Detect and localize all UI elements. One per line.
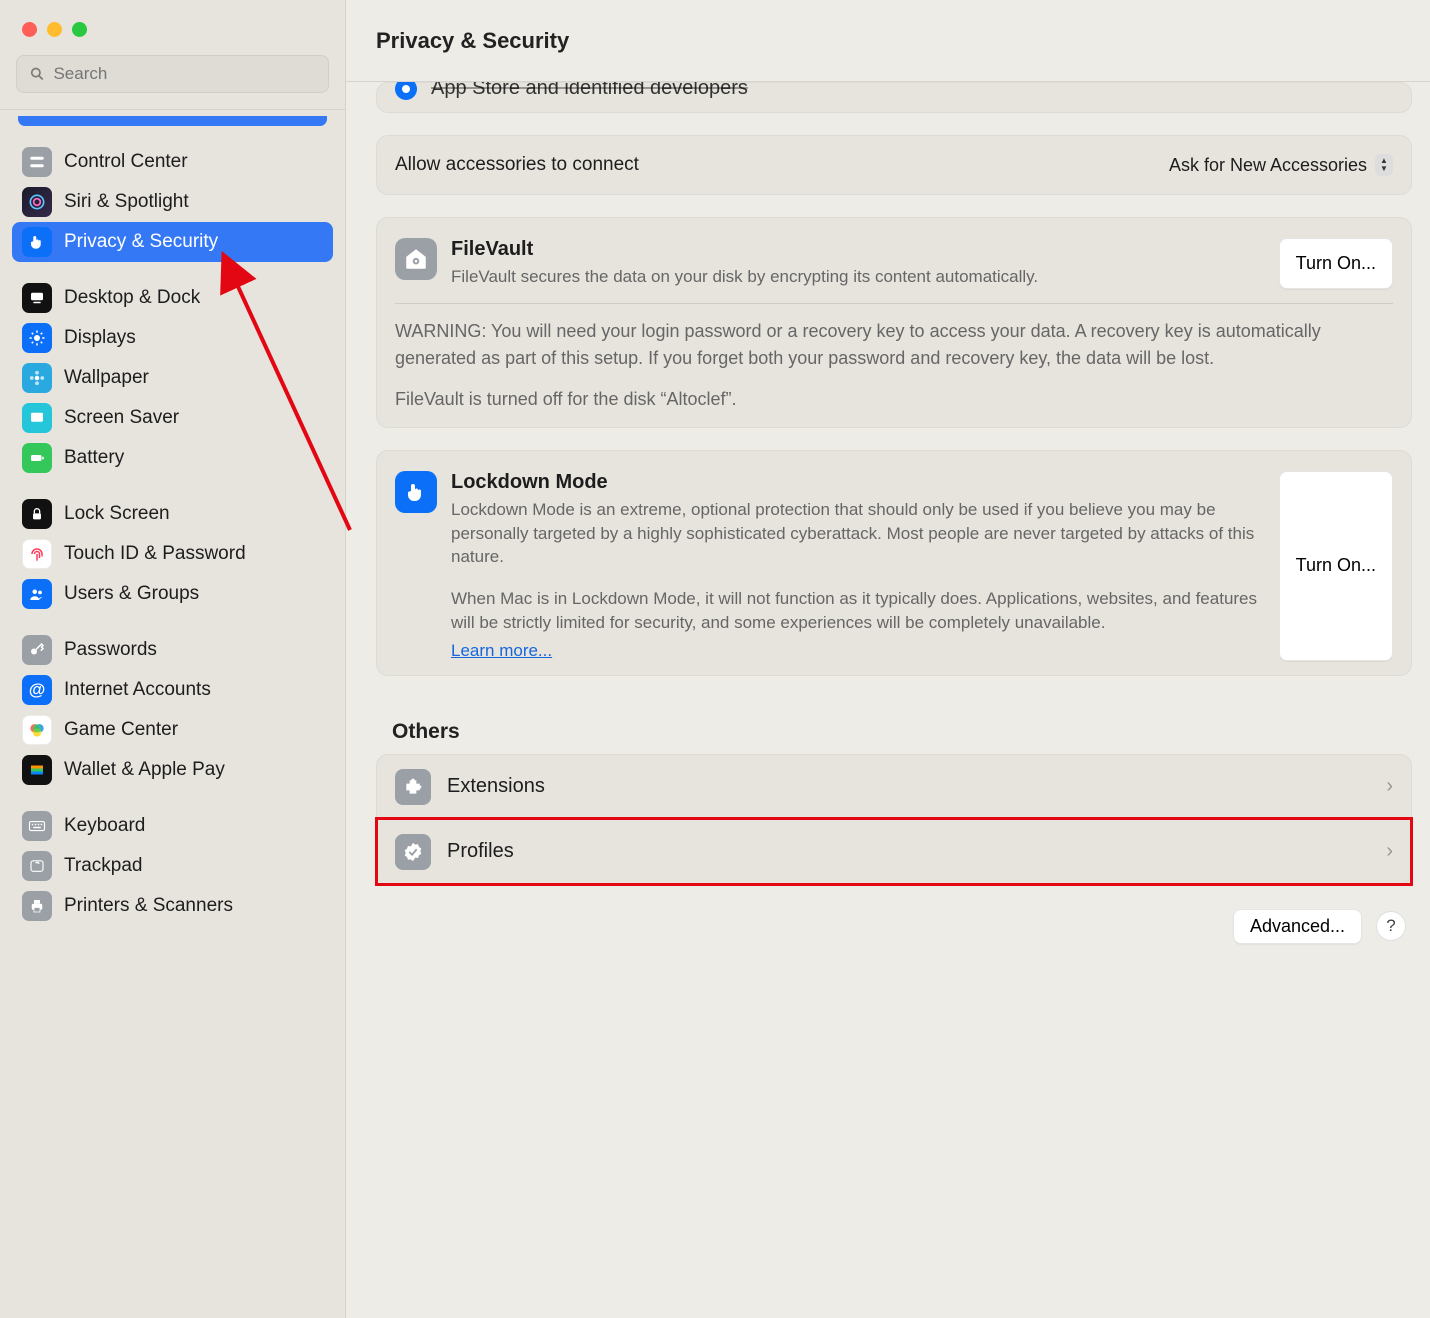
battery-icon bbox=[22, 443, 52, 473]
accessories-card: Allow accessories to connect Ask for New… bbox=[376, 135, 1412, 195]
lock-icon bbox=[22, 499, 52, 529]
lockdown-title: Lockdown Mode bbox=[451, 471, 1265, 494]
sidebar-item-label: Privacy & Security bbox=[64, 231, 218, 253]
at-icon: @ bbox=[22, 675, 52, 705]
close-window-button[interactable] bbox=[22, 22, 37, 37]
sidebar-item-battery[interactable]: Battery bbox=[12, 438, 333, 478]
dock-icon bbox=[22, 283, 52, 313]
chevron-right-icon: › bbox=[1386, 840, 1393, 863]
sidebar-item-label: Wallpaper bbox=[64, 367, 149, 389]
header: Privacy & Security bbox=[346, 0, 1430, 82]
sidebar-item-desktop-dock[interactable]: Desktop & Dock bbox=[12, 278, 333, 318]
flower-icon bbox=[22, 363, 52, 393]
extensions-label: Extensions bbox=[447, 775, 545, 798]
radio-selected-icon[interactable] bbox=[395, 82, 417, 100]
sidebar-item-label: Game Center bbox=[64, 719, 178, 741]
lockdown-turn-on-button[interactable]: Turn On... bbox=[1279, 471, 1393, 661]
filevault-warning: WARNING: You will need your login passwo… bbox=[377, 304, 1411, 386]
sidebar-item-control-center[interactable]: Control Center bbox=[12, 142, 333, 182]
main-pane: Privacy & Security App Store and identif… bbox=[346, 0, 1430, 1318]
sidebar-item-label: Displays bbox=[64, 327, 136, 349]
profiles-row[interactable]: Profiles › bbox=[377, 819, 1411, 884]
siri-icon bbox=[22, 187, 52, 217]
accessories-value: Ask for New Accessories bbox=[1169, 155, 1367, 176]
allow-apps-option-label: App Store and identified developers bbox=[431, 82, 748, 100]
users-icon bbox=[22, 579, 52, 609]
profiles-label: Profiles bbox=[447, 840, 514, 863]
sidebar-item-trackpad[interactable]: Trackpad bbox=[12, 846, 333, 886]
accessories-label: Allow accessories to connect bbox=[395, 154, 639, 176]
sidebar-item-keyboard[interactable]: Keyboard bbox=[12, 806, 333, 846]
sidebar-item-users-groups[interactable]: Users & Groups bbox=[12, 574, 333, 614]
sidebar-item-privacy-security[interactable]: Privacy & Security bbox=[12, 222, 333, 262]
sidebar-item-wallpaper[interactable]: Wallpaper bbox=[12, 358, 333, 398]
filevault-status: FileVault is turned off for the disk “Al… bbox=[377, 386, 1411, 427]
sidebar-item-printers[interactable]: Printers & Scanners bbox=[12, 886, 333, 926]
sidebar-item-game-center[interactable]: Game Center bbox=[12, 710, 333, 750]
sidebar-item-lock-screen[interactable]: Lock Screen bbox=[12, 494, 333, 534]
lockdown-desc1: Lockdown Mode is an extreme, optional pr… bbox=[451, 498, 1265, 569]
page-title: Privacy & Security bbox=[376, 28, 569, 54]
filevault-desc: FileVault secures the data on your disk … bbox=[451, 265, 1265, 289]
screensaver-icon bbox=[22, 403, 52, 433]
sidebar-item-label: Printers & Scanners bbox=[64, 895, 233, 917]
keyboard-icon bbox=[22, 811, 52, 841]
sidebar-item-label: Control Center bbox=[64, 151, 188, 173]
fingerprint-icon bbox=[22, 539, 52, 569]
sidebar-item-siri[interactable]: Siri & Spotlight bbox=[12, 182, 333, 222]
filevault-turn-on-button[interactable]: Turn On... bbox=[1279, 238, 1393, 289]
maximize-window-button[interactable] bbox=[72, 22, 87, 37]
lockdown-card: Lockdown Mode Lockdown Mode is an extrem… bbox=[376, 450, 1412, 676]
search-input[interactable] bbox=[53, 64, 316, 84]
sidebar-item-touch-id[interactable]: Touch ID & Password bbox=[12, 534, 333, 574]
updown-icon: ▲▼ bbox=[1375, 154, 1393, 176]
filevault-title: FileVault bbox=[451, 238, 1265, 261]
hand-icon bbox=[22, 227, 52, 257]
lockdown-hand-icon bbox=[395, 471, 437, 513]
sidebar-item-passwords[interactable]: Passwords bbox=[12, 630, 333, 670]
badge-check-icon bbox=[395, 834, 431, 870]
allow-apps-card: App Store and identified developers bbox=[376, 82, 1412, 113]
sidebar-item-label: Users & Groups bbox=[64, 583, 199, 605]
others-list: Extensions › Profiles › bbox=[376, 754, 1412, 885]
puzzle-icon bbox=[395, 769, 431, 805]
window-controls bbox=[0, 0, 345, 51]
lockdown-learn-more-link[interactable]: Learn more... bbox=[451, 641, 552, 660]
lockdown-desc2: When Mac is in Lockdown Mode, it will no… bbox=[451, 587, 1265, 635]
others-heading: Others bbox=[376, 698, 1412, 754]
search-field[interactable] bbox=[16, 55, 329, 93]
key-icon bbox=[22, 635, 52, 665]
sidebar-item-label: Trackpad bbox=[64, 855, 143, 877]
wallet-icon bbox=[22, 755, 52, 785]
sidebar-item-displays[interactable]: Displays bbox=[12, 318, 333, 358]
brightness-icon bbox=[22, 323, 52, 353]
printer-icon bbox=[22, 891, 52, 921]
sidebar: Control Center Siri & Spotlight Privacy … bbox=[0, 0, 346, 1318]
search-icon bbox=[29, 65, 45, 83]
sidebar-item-internet-accounts[interactable]: @ Internet Accounts bbox=[12, 670, 333, 710]
filevault-icon bbox=[395, 238, 437, 280]
sidebar-item-label: Passwords bbox=[64, 639, 157, 661]
trackpad-icon bbox=[22, 851, 52, 881]
sidebar-item-wallet[interactable]: Wallet & Apple Pay bbox=[12, 750, 333, 790]
sidebar-item-label: Desktop & Dock bbox=[64, 287, 200, 309]
sidebar-item-label: Wallet & Apple Pay bbox=[64, 759, 225, 781]
sidebar-item-label: Battery bbox=[64, 447, 124, 469]
extensions-row[interactable]: Extensions › bbox=[377, 755, 1411, 819]
gamecenter-icon bbox=[22, 715, 52, 745]
chevron-right-icon: › bbox=[1386, 775, 1393, 798]
sidebar-item-label: Internet Accounts bbox=[64, 679, 211, 701]
sidebar-item-label: Keyboard bbox=[64, 815, 145, 837]
filevault-card: FileVault FileVault secures the data on … bbox=[376, 217, 1412, 428]
accessories-popup[interactable]: Ask for New Accessories ▲▼ bbox=[1169, 154, 1393, 176]
advanced-button[interactable]: Advanced... bbox=[1233, 909, 1362, 944]
minimize-window-button[interactable] bbox=[47, 22, 62, 37]
sidebar-item-label: Touch ID & Password bbox=[64, 543, 246, 565]
sliders-icon bbox=[22, 147, 52, 177]
help-button[interactable]: ? bbox=[1376, 911, 1406, 941]
sidebar-item-label: Lock Screen bbox=[64, 503, 170, 525]
sidebar-item-label: Screen Saver bbox=[64, 407, 179, 429]
sidebar-item-label: Siri & Spotlight bbox=[64, 191, 189, 213]
sidebar-item-screen-saver[interactable]: Screen Saver bbox=[12, 398, 333, 438]
